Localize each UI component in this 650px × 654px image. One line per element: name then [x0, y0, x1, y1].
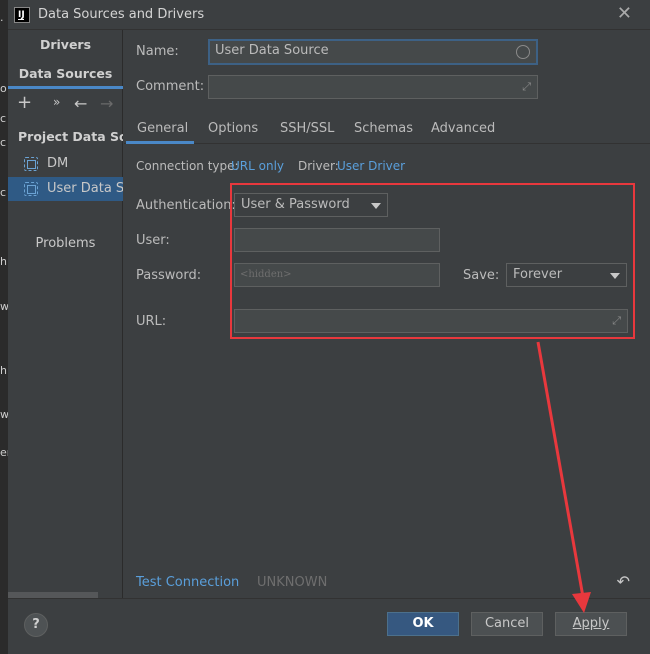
back-arrow-icon[interactable]: ← [74, 94, 87, 113]
cancel-button[interactable]: Cancel [471, 612, 543, 636]
active-tab-underline [126, 141, 194, 144]
datasource-icon [24, 157, 38, 171]
more-icon[interactable]: » [53, 95, 60, 109]
revert-icon[interactable]: ↶ [617, 572, 630, 591]
datasource-icon [24, 182, 38, 196]
url-label: URL: [136, 314, 167, 329]
active-tab-underline [8, 86, 123, 89]
tab-drivers[interactable]: Drivers [8, 37, 123, 52]
main-panel: Name: User Data Source Comment: ⤢ Genera… [124, 30, 650, 598]
help-button[interactable]: ? [24, 613, 48, 637]
connection-type-link[interactable]: URL only [231, 159, 284, 173]
clear-icon[interactable] [516, 45, 530, 59]
name-value: User Data Source [215, 43, 329, 58]
expand-icon[interactable]: ⤢ [522, 80, 531, 94]
apply-label: Apply [572, 616, 610, 631]
intellij-app-icon: IJ [14, 7, 30, 23]
sidebar-item-label: DM [47, 156, 69, 171]
tab-general[interactable]: General [137, 121, 188, 136]
name-label: Name: [136, 44, 179, 59]
driver-link[interactable]: User Driver [337, 159, 405, 173]
annotation-highlight-box [230, 183, 635, 339]
test-connection-link[interactable]: Test Connection [136, 575, 239, 590]
comment-label: Comment: [136, 79, 205, 94]
user-label: User: [136, 233, 170, 248]
tab-ssh-ssl[interactable]: SSH/SSL [280, 121, 334, 136]
window-title: Data Sources and Drivers [38, 7, 205, 22]
name-input[interactable]: User Data Source [208, 39, 538, 65]
close-icon[interactable]: ✕ [617, 3, 632, 24]
tab-advanced[interactable]: Advanced [431, 121, 495, 136]
bottom-status-row: Test Connection UNKNOWN ↶ [124, 570, 650, 598]
ok-button[interactable]: OK [387, 612, 459, 636]
apply-button[interactable]: Apply [555, 612, 627, 636]
sidebar-item-user-data-source[interactable]: User Data So [8, 177, 123, 201]
sidebar-item-dm[interactable]: DM [8, 152, 123, 176]
tab-data-sources[interactable]: Data Sources [8, 66, 123, 81]
project-data-sources-header[interactable]: Project Data Sou... [18, 129, 123, 144]
password-label: Password: [136, 268, 202, 283]
add-icon[interactable]: + [17, 92, 32, 113]
settings-tabs: General Options SSH/SSL Schemas Advanced [124, 114, 650, 144]
connection-type-label: Connection type: [136, 159, 239, 173]
dialog-footer: ? OK Cancel Apply [8, 598, 650, 654]
background-editor-strip: · o c c c h w h w er [0, 0, 11, 654]
problems-item[interactable]: Problems [8, 236, 123, 251]
tab-options[interactable]: Options [208, 121, 258, 136]
sidebar-item-label: User Data So [47, 181, 123, 196]
title-bar: IJ Data Sources and Drivers ✕ [8, 0, 650, 30]
forward-arrow-icon[interactable]: → [100, 94, 113, 113]
driver-label: Driver: [298, 159, 339, 173]
connection-status: UNKNOWN [257, 575, 328, 590]
sidebar-toolbar: + » ← → [8, 92, 123, 120]
comment-input[interactable]: ⤢ [208, 75, 538, 99]
tab-schemas[interactable]: Schemas [354, 121, 413, 136]
authentication-label: Authentication: [136, 198, 236, 213]
sidebar: Drivers Data Sources + » ← → Project Dat… [8, 30, 123, 598]
